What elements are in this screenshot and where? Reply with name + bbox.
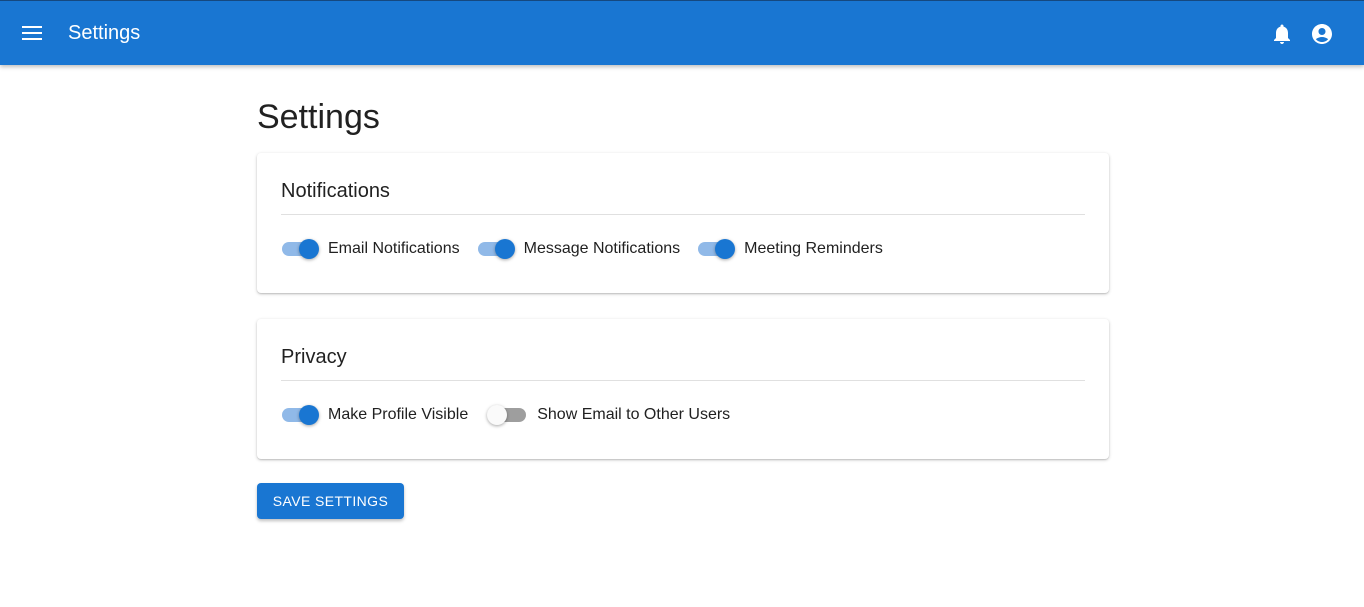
menu-button[interactable] — [18, 19, 46, 47]
message-notifications-toggle[interactable]: Message Notifications — [477, 237, 681, 261]
switch-thumb[interactable] — [487, 405, 508, 425]
make-profile-visible-toggle[interactable]: Make Profile Visible — [281, 403, 468, 427]
account-button[interactable] — [1310, 22, 1334, 46]
message-notifications-switch[interactable] — [477, 237, 515, 261]
privacy-toggle-row: Make Profile Visible Show Email to Other… — [281, 403, 747, 427]
make-profile-visible-label: Make Profile Visible — [328, 406, 469, 423]
divider — [281, 380, 1085, 381]
show-email-label: Show Email to Other Users — [537, 406, 731, 423]
divider — [281, 214, 1085, 215]
privacy-card: Privacy Make Profile Visible Show Email … — [257, 319, 1109, 459]
make-profile-visible-switch[interactable] — [281, 403, 319, 427]
message-notifications-label: Message Notifications — [523, 240, 681, 257]
bell-icon — [1274, 24, 1290, 44]
notifications-card: Notifications Email Notifications Messag… — [257, 153, 1109, 293]
show-email-switch[interactable] — [487, 403, 527, 427]
meeting-reminders-toggle[interactable]: Meeting Reminders — [697, 237, 883, 261]
meeting-reminders-label: Meeting Reminders — [744, 240, 883, 257]
meeting-reminders-switch[interactable] — [697, 237, 736, 261]
switch-thumb[interactable] — [299, 405, 319, 425]
privacy-card-title: Privacy — [281, 346, 347, 368]
notifications-toggle-row: Email Notifications Message Notification… — [281, 237, 900, 261]
switch-thumb[interactable] — [494, 239, 515, 259]
email-notifications-toggle[interactable]: Email Notifications — [281, 237, 460, 261]
app-title: Settings — [68, 22, 141, 44]
notifications-card-title: Notifications — [281, 180, 390, 202]
save-settings-button[interactable]: SAVE SETTINGS — [257, 483, 404, 519]
email-notifications-switch[interactable] — [281, 237, 319, 261]
switch-thumb[interactable] — [715, 239, 736, 259]
notifications-button[interactable] — [1270, 22, 1294, 46]
menu-icon — [22, 26, 42, 40]
account-circle-icon — [1312, 24, 1332, 44]
show-email-toggle[interactable]: Show Email to Other Users — [485, 403, 730, 427]
email-notifications-label: Email Notifications — [328, 240, 460, 257]
page-title: Settings — [257, 98, 380, 136]
app-bar: Settings — [0, 0, 1364, 65]
switch-thumb[interactable] — [299, 239, 319, 259]
